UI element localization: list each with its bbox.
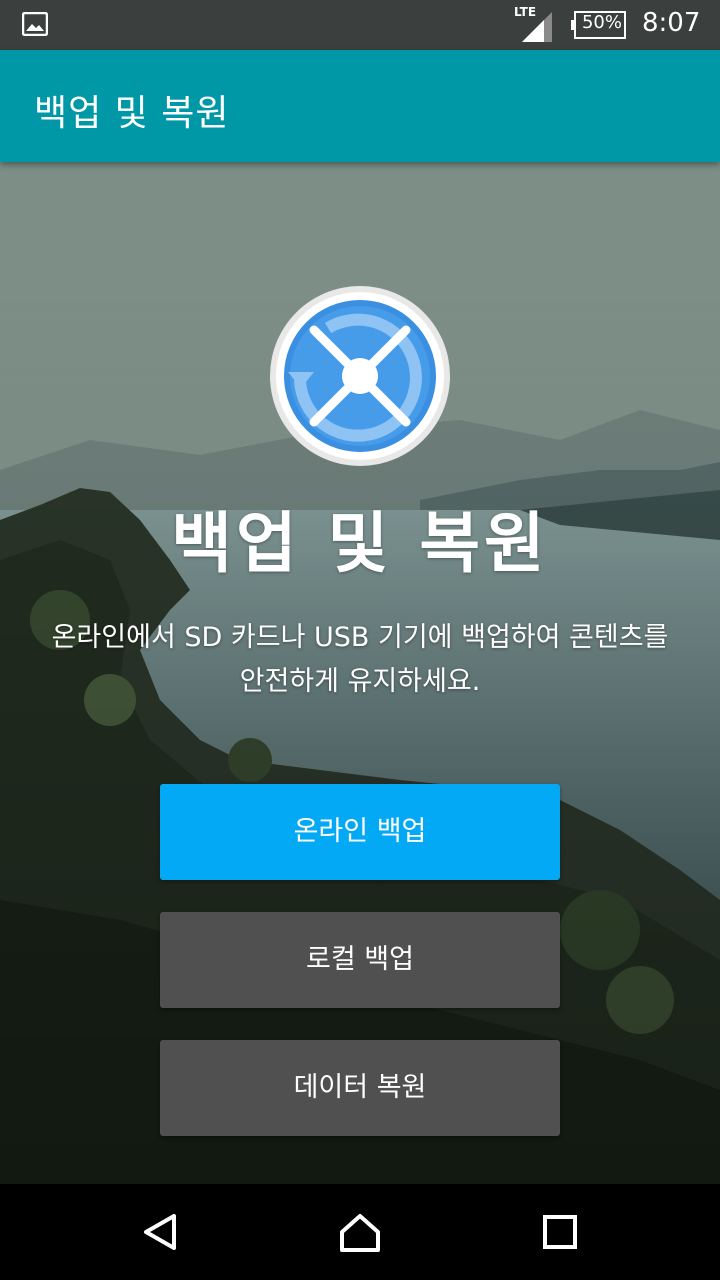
hero-description: 온라인에서 SD 카드나 USB 기기에 백업하여 콘텐츠를 안전하게 유지하세… (0, 616, 720, 704)
backup-restore-logo-icon (270, 286, 450, 466)
restore-data-button[interactable]: 데이터 복원 (160, 1040, 560, 1136)
app-bar: 백업 및 복원 (0, 50, 720, 162)
app-bar-title: 백업 및 복원 (34, 93, 230, 134)
clock: 8:07 (642, 8, 701, 38)
navigation-bar (0, 1184, 720, 1280)
signal-icon (522, 12, 552, 42)
hero-description-line-2: 안전하게 유지하세요. (239, 666, 481, 697)
hero-description-line-1: 온라인에서 SD 카드나 USB 기기에 백업하여 콘텐츠를 (51, 622, 669, 653)
back-icon[interactable] (136, 1208, 184, 1256)
local-backup-button[interactable]: 로컬 백업 (160, 912, 560, 1008)
status-bar: LTE 50% 8:07 (0, 0, 720, 50)
online-backup-button[interactable]: 온라인 백업 (160, 784, 560, 880)
screen: LTE 50% 8:07 백업 및 복원 백업 및 복원 온라인에서 SD 카드… (0, 0, 720, 1280)
gallery-icon (22, 12, 48, 36)
home-icon[interactable] (336, 1208, 384, 1256)
battery-percentage: 50% (581, 12, 622, 33)
recent-apps-icon[interactable] (536, 1208, 584, 1256)
hero-title: 백업 및 복원 (171, 505, 549, 582)
